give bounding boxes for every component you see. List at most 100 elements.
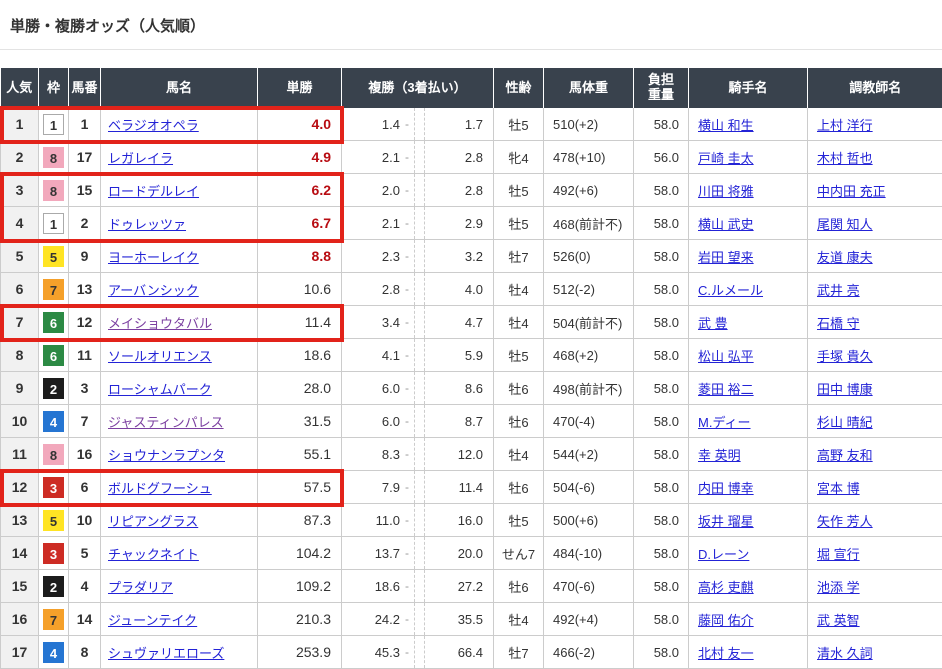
place-odds-cell: 13.7 - 20.0	[342, 537, 494, 570]
jockey-link[interactable]: C.ルメール	[698, 283, 763, 298]
sex-age-cell: 牡6	[494, 372, 544, 405]
jockey-link[interactable]: 北村 友一	[698, 646, 754, 661]
trainer-link[interactable]: 清水 久詞	[817, 646, 873, 661]
place-odds-cell: 6.0 - 8.6	[342, 372, 494, 405]
horse-number-cell: 1	[69, 108, 101, 141]
trainer-link[interactable]: 友道 康夫	[817, 250, 873, 265]
jockey-link[interactable]: 菱田 裕二	[698, 382, 754, 397]
horse-name-cell: ショウナンラプンタ	[101, 438, 258, 471]
impost-cell: 58.0	[634, 537, 689, 570]
frame-cell: 7	[39, 273, 69, 306]
trainer-link[interactable]: 手塚 貴久	[817, 349, 873, 364]
horse-name-link[interactable]: ソールオリエンス	[108, 349, 212, 364]
frame-cell: 2	[39, 570, 69, 603]
trainer-cell: 杉山 晴紀	[808, 405, 942, 438]
jockey-link[interactable]: 藤岡 佑介	[698, 613, 754, 628]
horse-name-link[interactable]: シュヴァリエローズ	[108, 646, 224, 661]
jockey-link[interactable]: 高杉 吏麒	[698, 580, 754, 595]
horse-name-link[interactable]: レガレイラ	[108, 151, 173, 166]
trainer-link[interactable]: 木村 哲也	[817, 151, 873, 166]
horse-weight-cell: 478(+10)	[544, 141, 634, 174]
trainer-cell: 宮本 博	[808, 471, 942, 504]
rank-cell: 17	[1, 636, 39, 669]
horse-name-link[interactable]: メイショウタバル	[108, 316, 212, 331]
trainer-link[interactable]: 杉山 晴紀	[817, 415, 873, 430]
jockey-link[interactable]: 武 豊	[698, 316, 728, 331]
place-odds-high: 4.0	[425, 282, 493, 297]
frame-cell: 3	[39, 471, 69, 504]
jockey-link[interactable]: 川田 将雅	[698, 184, 754, 199]
horse-number-cell: 10	[69, 504, 101, 537]
trainer-link[interactable]: 武井 亮	[817, 283, 860, 298]
place-odds-divider	[414, 405, 425, 437]
horse-name-link[interactable]: ドゥレッツァ	[108, 217, 186, 232]
jockey-link[interactable]: D.レーン	[698, 547, 749, 562]
horse-number-cell: 14	[69, 603, 101, 636]
jockey-link[interactable]: 横山 和生	[698, 118, 754, 133]
place-odds-divider	[414, 372, 425, 404]
trainer-link[interactable]: 上村 洋行	[817, 118, 873, 133]
horse-name-link[interactable]: ロードデルレイ	[108, 184, 199, 199]
trainer-link[interactable]: 中内田 充正	[817, 184, 886, 199]
horse-name-link[interactable]: ジャスティンパレス	[108, 415, 224, 430]
jockey-link[interactable]: 岩田 望来	[698, 250, 754, 265]
horse-name-cell: ボルドグフーシュ	[101, 471, 258, 504]
impost-cell: 58.0	[634, 570, 689, 603]
table-row: 3 8 15 ロードデルレイ 6.2 2.0 - 2.8 牡5 492(+6) …	[1, 174, 942, 207]
horse-name-link[interactable]: アーバンシック	[108, 283, 199, 298]
horse-name-cell: ベラジオオペラ	[101, 108, 258, 141]
trainer-cell: 木村 哲也	[808, 141, 942, 174]
jockey-link[interactable]: 横山 武史	[698, 217, 754, 232]
trainer-link[interactable]: 石橋 守	[817, 316, 860, 331]
trainer-link[interactable]: 矢作 芳人	[817, 514, 873, 529]
horse-name-link[interactable]: チャックネイト	[108, 547, 199, 562]
sex-age-cell: 牡6	[494, 570, 544, 603]
jockey-cell: 高杉 吏麒	[689, 570, 808, 603]
jockey-link[interactable]: M.ディー	[698, 415, 751, 430]
place-odds-high: 2.9	[425, 216, 493, 231]
odds-page: 単勝・複勝オッズ（人気順） 人気 枠 馬番 馬名 単勝 複勝（3着払い） 性齢 …	[0, 0, 942, 669]
place-odds-dash: -	[400, 315, 414, 329]
horse-name-link[interactable]: ショウナンラプンタ	[108, 448, 225, 463]
horse-name-cell: ジューンテイク	[101, 603, 258, 636]
jockey-link[interactable]: 坂井 瑠星	[698, 514, 754, 529]
frame-cell: 3	[39, 537, 69, 570]
sex-age-cell: 牡4	[494, 438, 544, 471]
horse-name-link[interactable]: プラダリア	[108, 580, 173, 595]
trainer-link[interactable]: 池添 学	[817, 580, 860, 595]
place-odds-cell: 1.4 - 1.7	[342, 108, 494, 141]
jockey-link[interactable]: 戸崎 圭太	[698, 151, 754, 166]
trainer-cell: 尾関 知人	[808, 207, 942, 240]
impost-cell: 58.0	[634, 603, 689, 636]
horse-name-link[interactable]: ヨーホーレイク	[108, 250, 199, 265]
trainer-link[interactable]: 堀 宣行	[817, 547, 860, 562]
trainer-link[interactable]: 宮本 博	[817, 481, 860, 496]
place-odds-low: 6.0	[342, 414, 400, 429]
impost-cell: 58.0	[634, 273, 689, 306]
place-odds-cell: 2.1 - 2.9	[342, 207, 494, 240]
win-odds-cell: 4.9	[258, 141, 342, 174]
horse-name-link[interactable]: ローシャムパーク	[108, 382, 212, 397]
horse-name-link[interactable]: ボルドグフーシュ	[108, 481, 212, 496]
frame-cell: 6	[39, 306, 69, 339]
trainer-link[interactable]: 武 英智	[817, 613, 860, 628]
place-odds-dash: -	[400, 183, 414, 197]
horse-weight-cell: 492(+6)	[544, 174, 634, 207]
trainer-link[interactable]: 尾関 知人	[817, 217, 873, 232]
horse-name-link[interactable]: ジューンテイク	[108, 613, 197, 628]
horse-name-link[interactable]: リピアングラス	[108, 514, 198, 529]
jockey-link[interactable]: 幸 英明	[698, 448, 741, 463]
horse-weight-cell: 544(+2)	[544, 438, 634, 471]
place-odds-low: 3.4	[342, 315, 400, 330]
frame-badge: 1	[43, 114, 64, 135]
jockey-link[interactable]: 松山 弘平	[698, 349, 754, 364]
rank-cell: 11	[1, 438, 39, 471]
trainer-link[interactable]: 田中 博康	[817, 382, 873, 397]
place-odds-divider	[414, 471, 425, 503]
horse-name-link[interactable]: ベラジオオペラ	[108, 118, 199, 133]
trainer-link[interactable]: 高野 友和	[817, 448, 873, 463]
frame-cell: 4	[39, 405, 69, 438]
jockey-cell: 藤岡 佑介	[689, 603, 808, 636]
jockey-link[interactable]: 内田 博幸	[698, 481, 754, 496]
impost-cell: 58.0	[634, 174, 689, 207]
